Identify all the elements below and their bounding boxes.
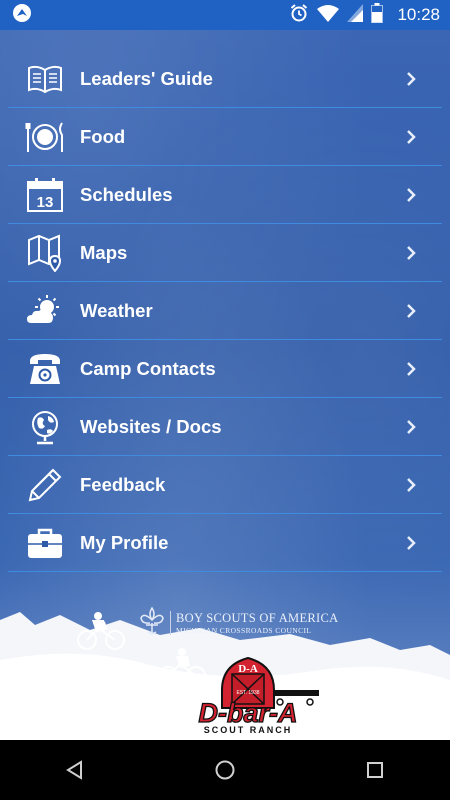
- bsa-text: BOY SCOUTS OF AMERICA MICHIGAN CROSSROAD…: [170, 611, 338, 635]
- app-screen: Leaders' Guide Food 13 Schedules Maps We…: [0, 30, 450, 740]
- pencil-icon: [25, 465, 65, 505]
- logo-barn-text: D-A: [238, 663, 258, 675]
- status-right: 10:28: [289, 2, 440, 28]
- android-nav-bar: [0, 740, 450, 800]
- menu-item-label: Websites / Docs: [80, 415, 222, 437]
- briefcase-icon: [25, 523, 65, 563]
- menu-item-label: Weather: [80, 299, 153, 321]
- bsa-title: BOY SCOUTS OF AMERICA: [176, 611, 339, 625]
- logo-subtitle: SCOUT RANCH: [204, 725, 293, 735]
- chevron-right-icon: [402, 302, 420, 320]
- menu-item-label: Maps: [80, 241, 128, 263]
- weather-icon: [25, 291, 65, 331]
- battery-icon: [371, 2, 384, 28]
- status-bar: 10:28: [0, 0, 450, 30]
- menu-item-leaders-guide[interactable]: Leaders' Guide: [8, 50, 442, 108]
- chevron-right-icon: [402, 534, 420, 552]
- chevron-right-icon: [402, 186, 420, 204]
- menu-item-feedback[interactable]: Feedback: [8, 456, 442, 514]
- status-time: 10:28: [397, 5, 440, 24]
- menu-item-label: Feedback: [80, 473, 166, 495]
- status-left: [12, 3, 32, 28]
- menu-item-my-profile[interactable]: My Profile: [8, 514, 442, 572]
- menu-item-camp-contacts[interactable]: Camp Contacts: [8, 340, 442, 398]
- menu-item-maps[interactable]: Maps: [8, 224, 442, 282]
- menu-item-food[interactable]: Food: [8, 108, 442, 166]
- main-menu: Leaders' Guide Food 13 Schedules Maps We…: [8, 50, 442, 572]
- plate-icon: [25, 117, 65, 157]
- chevron-right-icon: [402, 476, 420, 494]
- signal-icon: [347, 3, 364, 27]
- menu-item-label: My Profile: [80, 531, 169, 553]
- logo-name: D-bar-A: [199, 698, 298, 728]
- wifi-icon: [317, 4, 340, 27]
- globe-icon: [25, 407, 65, 447]
- recents-button[interactable]: [355, 750, 395, 790]
- chevron-right-icon: [402, 418, 420, 436]
- back-triangle-icon: [66, 760, 82, 780]
- menu-item-label: Leaders' Guide: [80, 67, 213, 89]
- dbara-scout-ranch-logo: D-A EST. 1938 D-bar-A SCOUT RANCH: [198, 656, 319, 735]
- home-circle-icon: [215, 760, 235, 780]
- bsa-logo: BOY SCOUTS OF AMERICA MICHIGAN CROSSROAD…: [138, 605, 353, 641]
- menu-item-label: Camp Contacts: [80, 357, 216, 379]
- chevron-right-icon: [402, 360, 420, 378]
- menu-item-websites-docs[interactable]: Websites / Docs: [8, 398, 442, 456]
- calendar-icon: 13: [25, 175, 65, 215]
- chevron-right-icon: [402, 128, 420, 146]
- back-button[interactable]: [55, 750, 95, 790]
- menu-item-schedules[interactable]: 13 Schedules: [8, 166, 442, 224]
- menu-item-label: Schedules: [80, 183, 173, 205]
- chevron-right-icon: [402, 244, 420, 262]
- chevron-right-icon: [402, 70, 420, 88]
- calendar-day: 13: [37, 194, 54, 211]
- menu-item-label: Food: [80, 125, 126, 147]
- alarm-icon: [289, 3, 309, 28]
- menu-item-weather[interactable]: Weather: [8, 282, 442, 340]
- phone-icon: [25, 349, 65, 389]
- book-icon: [25, 59, 65, 99]
- logo-barn-est: EST. 1938: [236, 690, 259, 696]
- bsa-council: MICHIGAN CROSSROADS COUNCIL: [176, 626, 312, 635]
- fleur-de-lis-icon: [138, 606, 166, 641]
- app-notification-icon: [12, 3, 32, 28]
- map-icon: [25, 233, 65, 273]
- home-button[interactable]: [205, 750, 245, 790]
- recents-square-icon: [367, 762, 383, 778]
